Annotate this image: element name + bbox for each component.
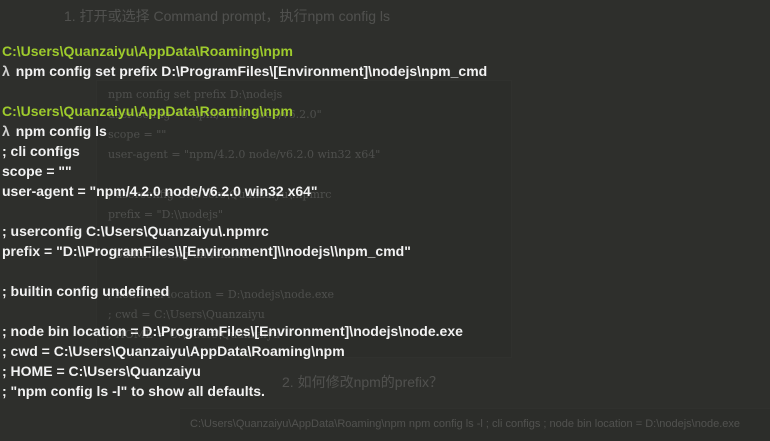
output-line: ; cli configs (2, 143, 80, 159)
prompt-path: C:\Users\Quanzaiyu\AppData\Roaming\npm (2, 103, 293, 119)
terminal-output: C:\Users\Quanzaiyu\AppData\Roaming\npm λ n… (2, 41, 770, 401)
output-line: prefix = "D:\\ProgramFiles\\[Environment… (2, 243, 411, 259)
output-line: user-agent = "npm/4.2.0 node/v6.2.0 win3… (2, 183, 318, 199)
output-line: ; "npm config ls -l" to show all default… (2, 383, 265, 399)
output-line: ; cwd = C:\Users\Quanzaiyu\AppData\Roami… (2, 343, 345, 359)
ghost-bottom-text: C:\Users\Quanzaiyu\AppData\Roaming\npm n… (190, 418, 740, 430)
command-line: λ npm config set prefix D:\ProgramFiles\[… (2, 61, 770, 81)
output-line: ; userconfig C:\Users\Quanzaiyu\.npmrc (2, 223, 269, 239)
output-line: ; HOME = C:\Users\Quanzaiyu (2, 363, 201, 379)
command-text: npm config set prefix D:\ProgramFiles\[E… (15, 63, 488, 79)
lambda-prompt-icon: λ (2, 123, 10, 139)
output-line: ; node bin location = D:\ProgramFiles\[E… (2, 323, 463, 339)
command-line: λ npm config ls (2, 121, 770, 141)
prompt-path: C:\Users\Quanzaiyu\AppData\Roaming\npm (2, 43, 293, 59)
output-line: scope = "" (2, 163, 72, 179)
ghost-step-heading: 1. 打开或选择 Command prompt，执行npm config ls (64, 8, 390, 24)
ghost-bottom-panel (180, 408, 770, 441)
lambda-prompt-icon: λ (2, 63, 10, 79)
output-line: ; builtin config undefined (2, 283, 170, 299)
command-text: npm config ls (15, 123, 107, 139)
